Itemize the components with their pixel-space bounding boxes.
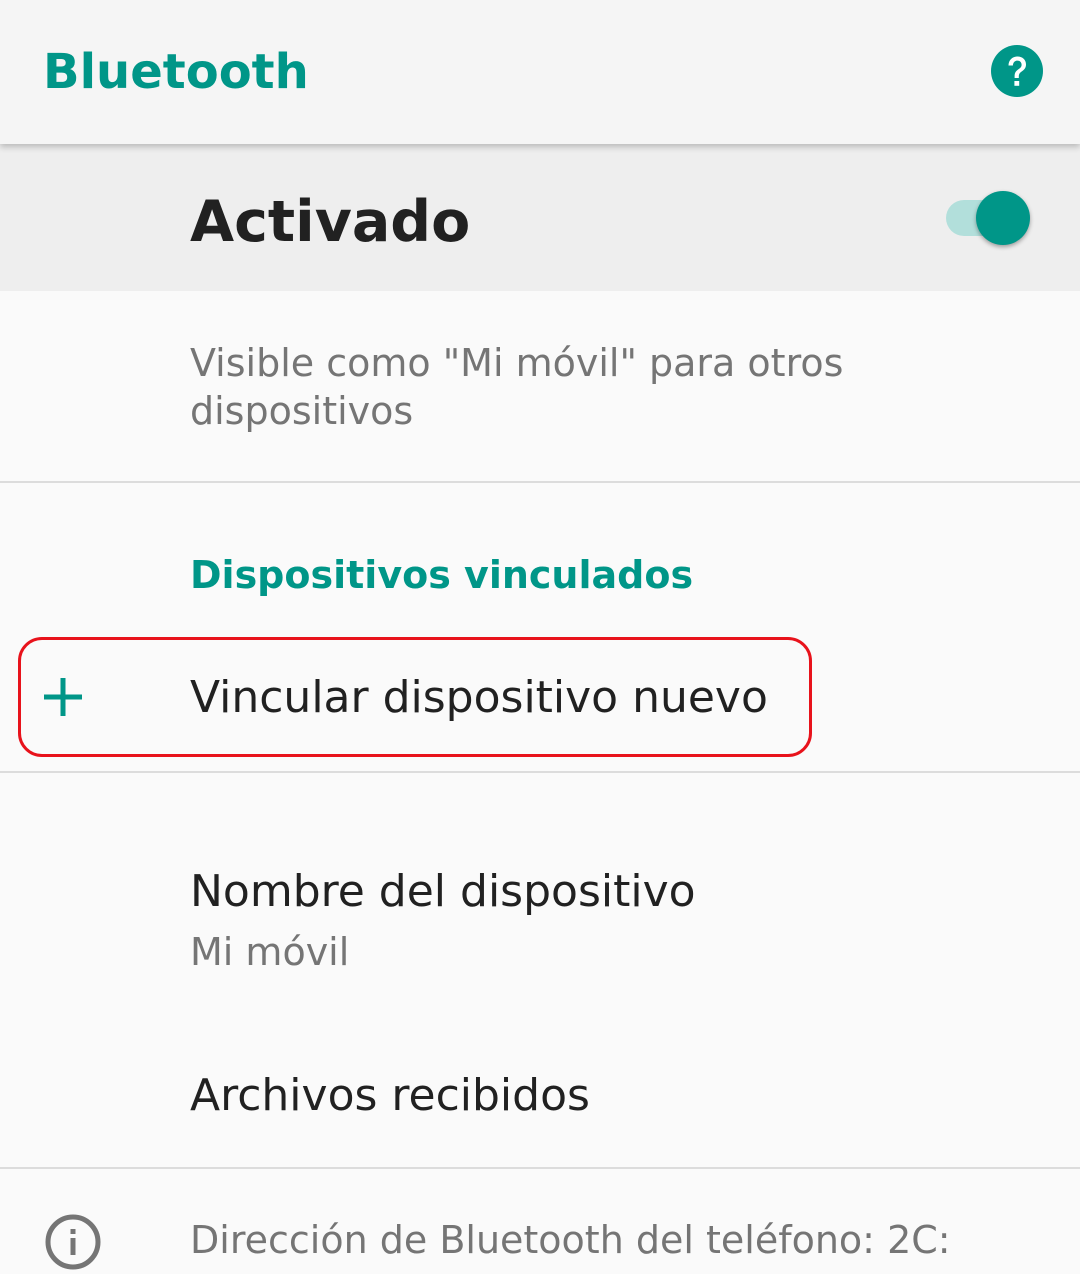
- divider: [0, 771, 1080, 773]
- bluetooth-master-switch-bar[interactable]: Activado: [0, 144, 1080, 291]
- pair-new-device-item[interactable]: Vincular dispositivo nuevo: [0, 634, 1080, 760]
- divider: [0, 481, 1080, 483]
- help-circle-icon[interactable]: [990, 44, 1044, 98]
- bluetooth-address-text: Dirección de Bluetooth del teléfono: 2C:: [190, 1218, 951, 1262]
- device-name-title: Nombre del dispositivo: [190, 866, 696, 917]
- info-icon: [45, 1214, 101, 1270]
- received-files-title: Archivos recibidos: [190, 1070, 590, 1121]
- switch-thumb[interactable]: [976, 191, 1030, 245]
- visibility-summary: Visible como "Mi móvil" para otros dispo…: [190, 341, 844, 433]
- plus-icon: [44, 678, 82, 716]
- app-bar: Bluetooth: [0, 0, 1080, 144]
- divider: [0, 1167, 1080, 1169]
- switch-bar-label: Activado: [190, 189, 471, 255]
- pair-new-device-label: Vincular dispositivo nuevo: [190, 672, 768, 723]
- device-name-item[interactable]: Nombre del dispositivo Mi móvil: [0, 840, 1080, 1000]
- device-name-value: Mi móvil: [190, 930, 350, 974]
- paired-devices-category: Dispositivos vinculados: [190, 553, 694, 597]
- received-files-item[interactable]: Archivos recibidos: [0, 1040, 1080, 1150]
- page-title: Bluetooth: [43, 44, 309, 100]
